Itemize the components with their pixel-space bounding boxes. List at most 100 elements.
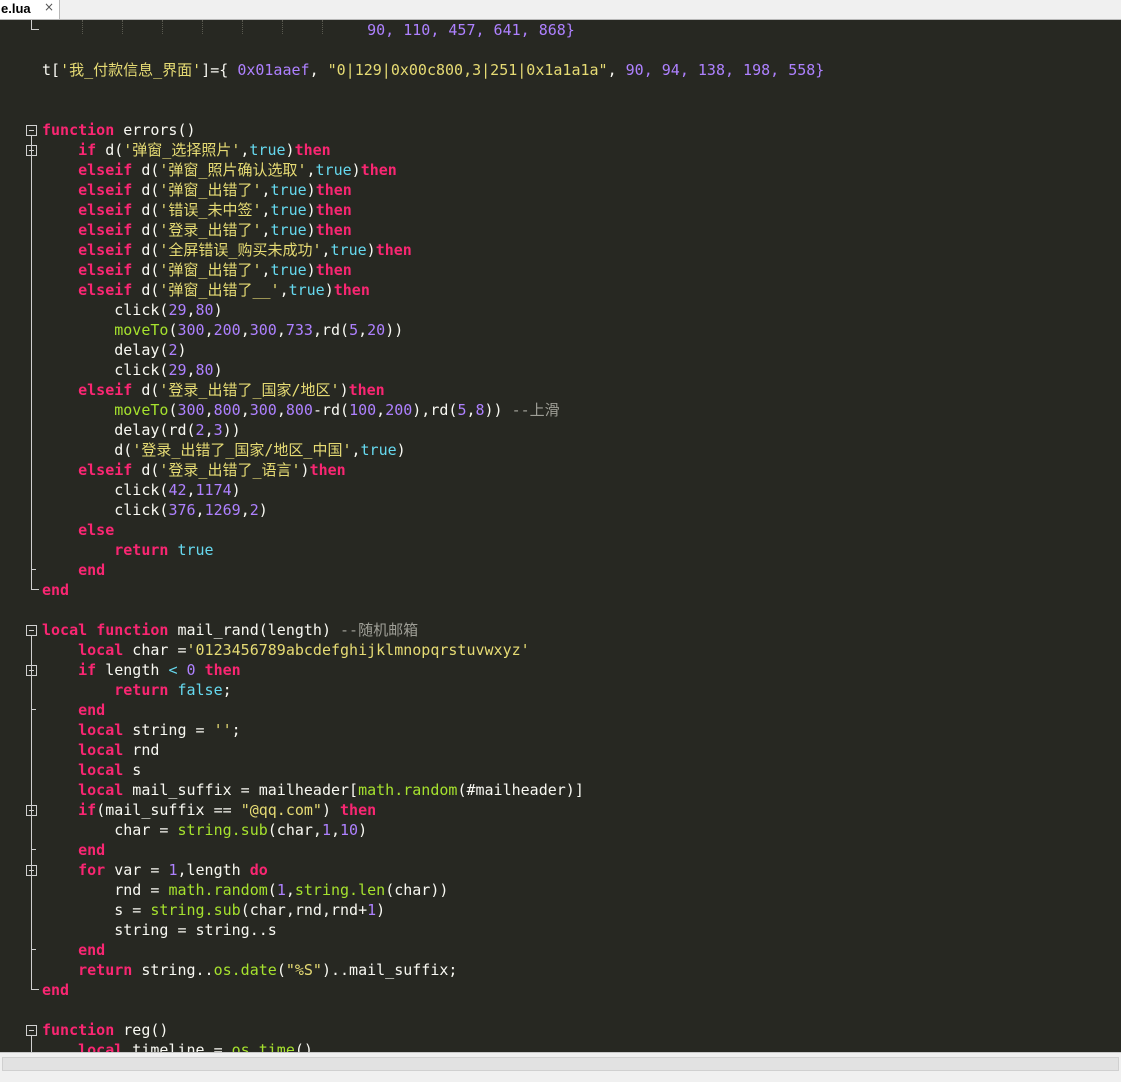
code-token: true <box>330 241 367 259</box>
code-token: os.date <box>213 961 277 979</box>
code-line[interactable]: else <box>42 520 114 540</box>
code-line[interactable]: d('登录_出错了_国家/地区_中国',true) <box>42 440 405 460</box>
code-token: true <box>288 281 325 299</box>
code-token: elseif <box>78 161 133 179</box>
code-token: '登录_出错了_语言' <box>159 461 301 479</box>
code-line[interactable]: elseif d('登录_出错了_国家/地区')then <box>42 380 385 400</box>
code-token: ( <box>276 961 286 979</box>
code-line[interactable]: moveTo(300,800,300,800-rd(100,200),rd(5,… <box>42 400 559 420</box>
code-line[interactable]: moveTo(300,200,300,733,rd(5,20)) <box>42 320 403 340</box>
code-token: true <box>360 441 397 459</box>
code-line[interactable]: return false; <box>42 680 232 700</box>
code-line[interactable]: string = string..s <box>42 920 277 940</box>
code-line[interactable]: end <box>42 840 105 860</box>
code-line[interactable]: char = string.sub(char,1,10) <box>42 820 367 840</box>
code-line[interactable]: elseif d('弹窗_出错了__',true)then <box>42 280 370 300</box>
code-line[interactable]: elseif d('错误_未中签',true)then <box>42 200 352 220</box>
code-line[interactable]: rnd = math.random(1,string.len(char)) <box>42 880 448 900</box>
code-token: ; <box>222 681 232 699</box>
code-token: then <box>294 141 331 159</box>
code-token: timeline = <box>123 1041 232 1052</box>
fold-toggle-icon[interactable] <box>26 125 37 136</box>
code-line[interactable]: for var = 1,length do <box>42 860 268 880</box>
fold-toggle-icon[interactable] <box>26 1025 37 1036</box>
code-token: true <box>177 541 214 559</box>
fold-end-marker <box>31 989 39 990</box>
code-token: then <box>348 381 385 399</box>
code-line[interactable]: end <box>42 560 105 580</box>
code-token: end <box>78 941 106 959</box>
code-line[interactable]: end <box>42 700 105 720</box>
code-line[interactable]: elseif d('弹窗_出错了',true)then <box>42 260 352 280</box>
code-token: '' <box>213 721 232 739</box>
code-line[interactable]: function errors() <box>42 120 196 140</box>
code-token: 300 <box>249 401 277 419</box>
code-line[interactable]: end <box>42 940 105 960</box>
code-token: true <box>315 161 352 179</box>
code-line[interactable]: click(42,1174) <box>42 480 240 500</box>
code-token: elseif <box>78 281 133 299</box>
code-token: , <box>261 181 271 199</box>
code-line[interactable]: if d('弹窗_选择照片',true)then <box>42 140 331 160</box>
code-token: do <box>249 861 268 879</box>
code-line[interactable]: local rnd <box>42 740 159 760</box>
code-token: elseif <box>78 241 133 259</box>
tab-filename[interactable]: e.lua <box>1 1 31 16</box>
code-token: ,length <box>177 861 250 879</box>
code-token: '0123456789abcdefghijklmnopqrstuvwxyz' <box>186 641 530 659</box>
code-token: '我_付款信息_界面' <box>60 61 202 79</box>
code-token: string = string..s <box>42 921 277 939</box>
code-line[interactable]: local mail_suffix = mailheader[math.rand… <box>42 780 584 800</box>
code-line[interactable]: click(29,80) <box>42 360 222 380</box>
code-token: then <box>333 281 370 299</box>
code-line[interactable]: local timeline = os.time() <box>42 1040 313 1052</box>
code-token: length <box>96 661 169 679</box>
code-token: 2 <box>195 421 205 439</box>
code-editor[interactable]: 90, 110, 457, 641, 868} t['我_付款信息_界面']={ … <box>0 20 1121 1052</box>
code-line[interactable]: click(376,1269,2) <box>42 500 268 520</box>
code-line[interactable]: elseif d('登录_出错了',true)then <box>42 220 352 240</box>
code-token: function <box>42 1021 115 1039</box>
code-token: 2 <box>249 501 259 519</box>
code-token: "%S" <box>285 961 322 979</box>
code-line[interactable]: elseif d('全屏错误_购买未成功',true)then <box>42 240 412 260</box>
code-line[interactable]: local char ='0123456789abcdefghijklmnopq… <box>42 640 530 660</box>
code-line[interactable]: end <box>42 980 69 1000</box>
code-line[interactable]: function reg() <box>42 1020 168 1040</box>
code-line[interactable]: local string = ''; <box>42 720 241 740</box>
code-line[interactable]: local function mail_rand(length) --随机邮箱 <box>42 620 418 640</box>
code-line[interactable]: return string..os.date("%S")..mail_suffi… <box>42 960 457 980</box>
code-line[interactable]: elseif d('弹窗_照片确认选取',true)then <box>42 160 397 180</box>
code-token: (char)) <box>385 881 449 899</box>
tab-file[interactable]: e.lua × <box>0 0 60 19</box>
code-line[interactable]: 90, 110, 457, 641, 868} <box>42 20 575 40</box>
horizontal-scrollbar[interactable] <box>0 1052 1121 1082</box>
code-token: , <box>186 361 196 379</box>
code-line[interactable]: end <box>42 580 69 600</box>
code-token: mail_rand(length) <box>168 621 341 639</box>
code-line[interactable]: return true <box>42 540 214 560</box>
code-token: click( <box>42 501 169 519</box>
code-line[interactable]: t['我_付款信息_界面']={ 0x01aaef, "0|129|0x00c8… <box>42 60 824 80</box>
code-line[interactable]: elseif d('弹窗_出错了',true)then <box>42 180 352 200</box>
code-line[interactable]: elseif d('登录_出错了_语言')then <box>42 460 346 480</box>
code-line[interactable]: delay(rd(2,3)) <box>42 420 240 440</box>
code-line[interactable]: if length < 0 then <box>42 660 241 680</box>
code-line[interactable]: click(29,80) <box>42 300 222 320</box>
code-token: --随机邮箱 <box>340 621 419 639</box>
code-line[interactable]: s = string.sub(char,rnd,rnd+1) <box>42 900 385 920</box>
close-icon[interactable]: × <box>44 0 54 15</box>
scrollbar-thumb[interactable] <box>2 1057 1119 1071</box>
code-line[interactable]: delay(2) <box>42 340 186 360</box>
code-token: '错误_未中签' <box>159 201 262 219</box>
code-line[interactable]: local s <box>42 760 141 780</box>
code-line[interactable]: if(mail_suffix == "@qq.com") then <box>42 800 376 820</box>
fold-toggle-icon[interactable] <box>26 625 37 636</box>
